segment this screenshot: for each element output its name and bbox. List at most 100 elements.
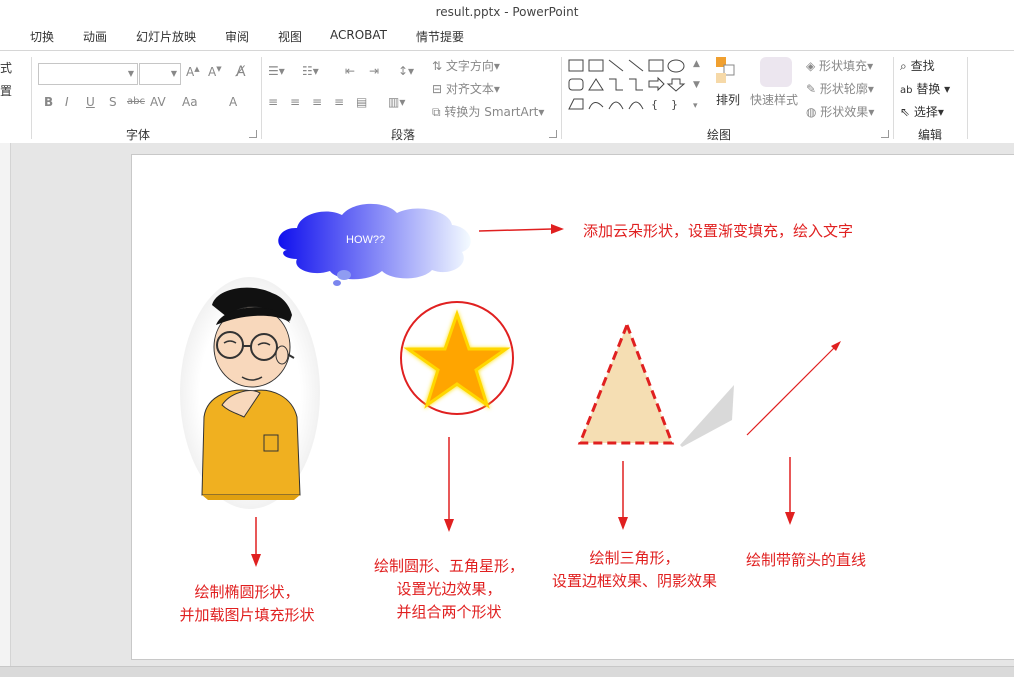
note-line: 绘制带箭头的直线 bbox=[746, 551, 867, 569]
cursor-icon: ⇖ bbox=[900, 105, 911, 119]
cloud-text: HOW?? bbox=[346, 234, 385, 246]
ellipse-picture-shape[interactable] bbox=[180, 277, 320, 509]
gallery-down-icon[interactable]: ▼ bbox=[693, 80, 700, 90]
text-direction-label: 文字方向 bbox=[445, 59, 494, 73]
shadow-icon[interactable]: S bbox=[109, 95, 117, 109]
line-spacing-icon[interactable]: ↕▾ bbox=[398, 64, 414, 78]
note-star-line1: 绘制圆形、五角星形， bbox=[373, 557, 524, 575]
find-icon: ⌕ bbox=[900, 59, 907, 73]
quick-styles-button[interactable]: 快速样式 bbox=[750, 91, 798, 108]
change-case-icon[interactable]: Aa bbox=[182, 95, 198, 109]
note-cloud: 添加云朵形状，设置渐变填充，绘入文字 bbox=[583, 222, 854, 240]
drawing-launcher-icon[interactable] bbox=[881, 130, 889, 138]
ribbon-tabs: 切换 动画 幻灯片放映 审阅 视图 ACROBAT 情节提要 bbox=[0, 24, 1014, 50]
find-button[interactable]: ⌕ 查找 bbox=[900, 57, 935, 74]
align-center-icon[interactable]: ≡ bbox=[290, 95, 300, 109]
shape-effects-button[interactable]: ◍ 形状效果▾ bbox=[806, 103, 874, 120]
justify-icon[interactable]: ≡ bbox=[334, 95, 344, 109]
note-ellipse: 绘制椭圆形状， 并加载图片填充形状 bbox=[172, 581, 322, 627]
replace-button[interactable]: ab 替换 ▾ bbox=[900, 80, 950, 97]
font-name-combo[interactable]: ▼ bbox=[38, 63, 138, 85]
tab-acrobat[interactable]: ACROBAT bbox=[330, 28, 387, 42]
star-arrow bbox=[444, 437, 454, 532]
arrange-button[interactable]: 排列 bbox=[716, 91, 740, 108]
thumbnail-pane[interactable] bbox=[0, 143, 11, 676]
group-label-drawing: 绘图 bbox=[707, 128, 732, 142]
italic-icon[interactable]: I bbox=[65, 95, 69, 109]
quick-styles-icon[interactable] bbox=[760, 57, 792, 87]
window-title: result.pptx - PowerPoint bbox=[0, 0, 1014, 24]
cloud-arrow bbox=[478, 224, 564, 234]
circle-star-group[interactable] bbox=[400, 301, 514, 415]
ellipse-arrow bbox=[251, 517, 261, 567]
arrow-line-shape[interactable] bbox=[746, 341, 841, 436]
font-launcher-icon[interactable] bbox=[249, 130, 257, 138]
columns-icon[interactable]: ▥▾ bbox=[388, 95, 405, 109]
note-ellipse-line1: 绘制椭圆形状， bbox=[194, 583, 300, 601]
replace-icon: ab bbox=[900, 85, 913, 96]
clear-format-icon[interactable]: A̸ bbox=[236, 64, 246, 80]
select-button[interactable]: ⇖ 选择▾ bbox=[900, 103, 944, 120]
shrink-font-icon[interactable]: A▼ bbox=[208, 65, 222, 79]
smartart-button[interactable]: ⧉ 转换为 SmartArt▾ bbox=[432, 103, 544, 120]
shape-effects-label: 形状效果 bbox=[820, 105, 869, 119]
bold-icon[interactable]: B bbox=[44, 95, 53, 109]
note-triangle: 绘制三角形， 设置边框效果、阴影效果 bbox=[542, 547, 727, 593]
align-text-button[interactable]: ⊟ 对齐文本▾ bbox=[432, 80, 500, 97]
shape-outline-button[interactable]: ✎ 形状轮廓▾ bbox=[806, 80, 874, 97]
select-label: 选择 bbox=[913, 105, 938, 119]
tab-transitions[interactable]: 切换 bbox=[30, 28, 54, 45]
svg-text:}: } bbox=[671, 98, 678, 111]
arrange-icon[interactable] bbox=[712, 55, 740, 85]
distributed-icon[interactable]: ▤ bbox=[356, 95, 367, 109]
shape-fill-label: 形状填充 bbox=[819, 59, 868, 73]
align-right-icon[interactable]: ≡ bbox=[312, 95, 322, 109]
tab-storyboard[interactable]: 情节提要 bbox=[416, 28, 464, 45]
shape-outline-label: 形状轮廓 bbox=[819, 82, 868, 96]
font-size-combo[interactable]: ▼ bbox=[139, 63, 181, 85]
note-ellipse-line2: 并加载图片填充形状 bbox=[179, 606, 315, 624]
smartart-label: 转换为 SmartArt bbox=[444, 105, 539, 119]
triangle-shadow bbox=[680, 385, 734, 447]
decrease-indent-icon[interactable]: ⇤ bbox=[345, 64, 355, 78]
note-triangle-line1: 绘制三角形， bbox=[589, 549, 680, 567]
status-bar bbox=[0, 666, 1014, 677]
tab-animations[interactable]: 动画 bbox=[83, 28, 107, 45]
gallery-up-icon[interactable]: ▲ bbox=[693, 59, 700, 69]
line-arrow bbox=[785, 457, 795, 525]
note-star-line3: 并组合两个形状 bbox=[396, 603, 502, 621]
underline-icon[interactable]: U bbox=[86, 95, 95, 109]
shape-fill-button[interactable]: ◈ 形状填充▾ bbox=[806, 57, 873, 74]
triangle-arrow bbox=[618, 461, 628, 530]
note-star: 绘制圆形、五角星形， 设置光边效果， 并组合两个形状 bbox=[364, 555, 534, 624]
align-left-icon[interactable]: ≡ bbox=[268, 95, 278, 109]
ribbon: 式 置 ▼ ▼ A▲ A▼ A̸ B I U S abc AV Aa A 字体 … bbox=[0, 50, 1014, 144]
partial-reset-label[interactable]: 置 bbox=[0, 82, 12, 99]
group-label-editing: 编辑 bbox=[918, 128, 943, 142]
text-direction-button[interactable]: ⇅ 文字方向▾ bbox=[432, 57, 500, 74]
find-label: 查找 bbox=[910, 59, 935, 73]
slide-canvas[interactable]: HOW?? 添加云朵形状，设置渐变填充，绘入文字 绘制椭圆形状， 并加载图片填充… bbox=[131, 154, 1014, 660]
numbering-icon[interactable]: ☷▾ bbox=[302, 64, 319, 78]
partial-layout-label[interactable]: 式 bbox=[0, 59, 12, 76]
bullets-icon[interactable]: ☰▾ bbox=[268, 64, 285, 78]
shapes-gallery[interactable]: {} bbox=[566, 57, 692, 117]
group-label-paragraph: 段落 bbox=[391, 128, 416, 142]
grow-font-icon[interactable]: A▲ bbox=[186, 65, 200, 79]
paragraph-launcher-icon[interactable] bbox=[549, 130, 557, 138]
svg-text:{: { bbox=[651, 98, 658, 111]
char-spacing-icon[interactable]: AV bbox=[150, 95, 166, 109]
increase-indent-icon[interactable]: ⇥ bbox=[369, 64, 379, 78]
gallery-more-icon[interactable]: ▾ bbox=[693, 101, 698, 111]
align-text-label: 对齐文本 bbox=[445, 82, 494, 96]
group-label-font: 字体 bbox=[126, 128, 151, 142]
note-star-line2: 设置光边效果， bbox=[396, 580, 502, 598]
note-triangle-line2: 设置边框效果、阴影效果 bbox=[551, 572, 717, 590]
tab-review[interactable]: 审阅 bbox=[225, 28, 249, 45]
strikethrough-icon[interactable]: abc bbox=[127, 96, 145, 107]
tab-view[interactable]: 视图 bbox=[278, 28, 302, 45]
replace-label: 替换 bbox=[916, 82, 941, 96]
tab-slideshow[interactable]: 幻灯片放映 bbox=[136, 28, 196, 45]
triangle-shape[interactable] bbox=[577, 320, 734, 447]
font-color-icon[interactable]: A bbox=[229, 95, 237, 109]
